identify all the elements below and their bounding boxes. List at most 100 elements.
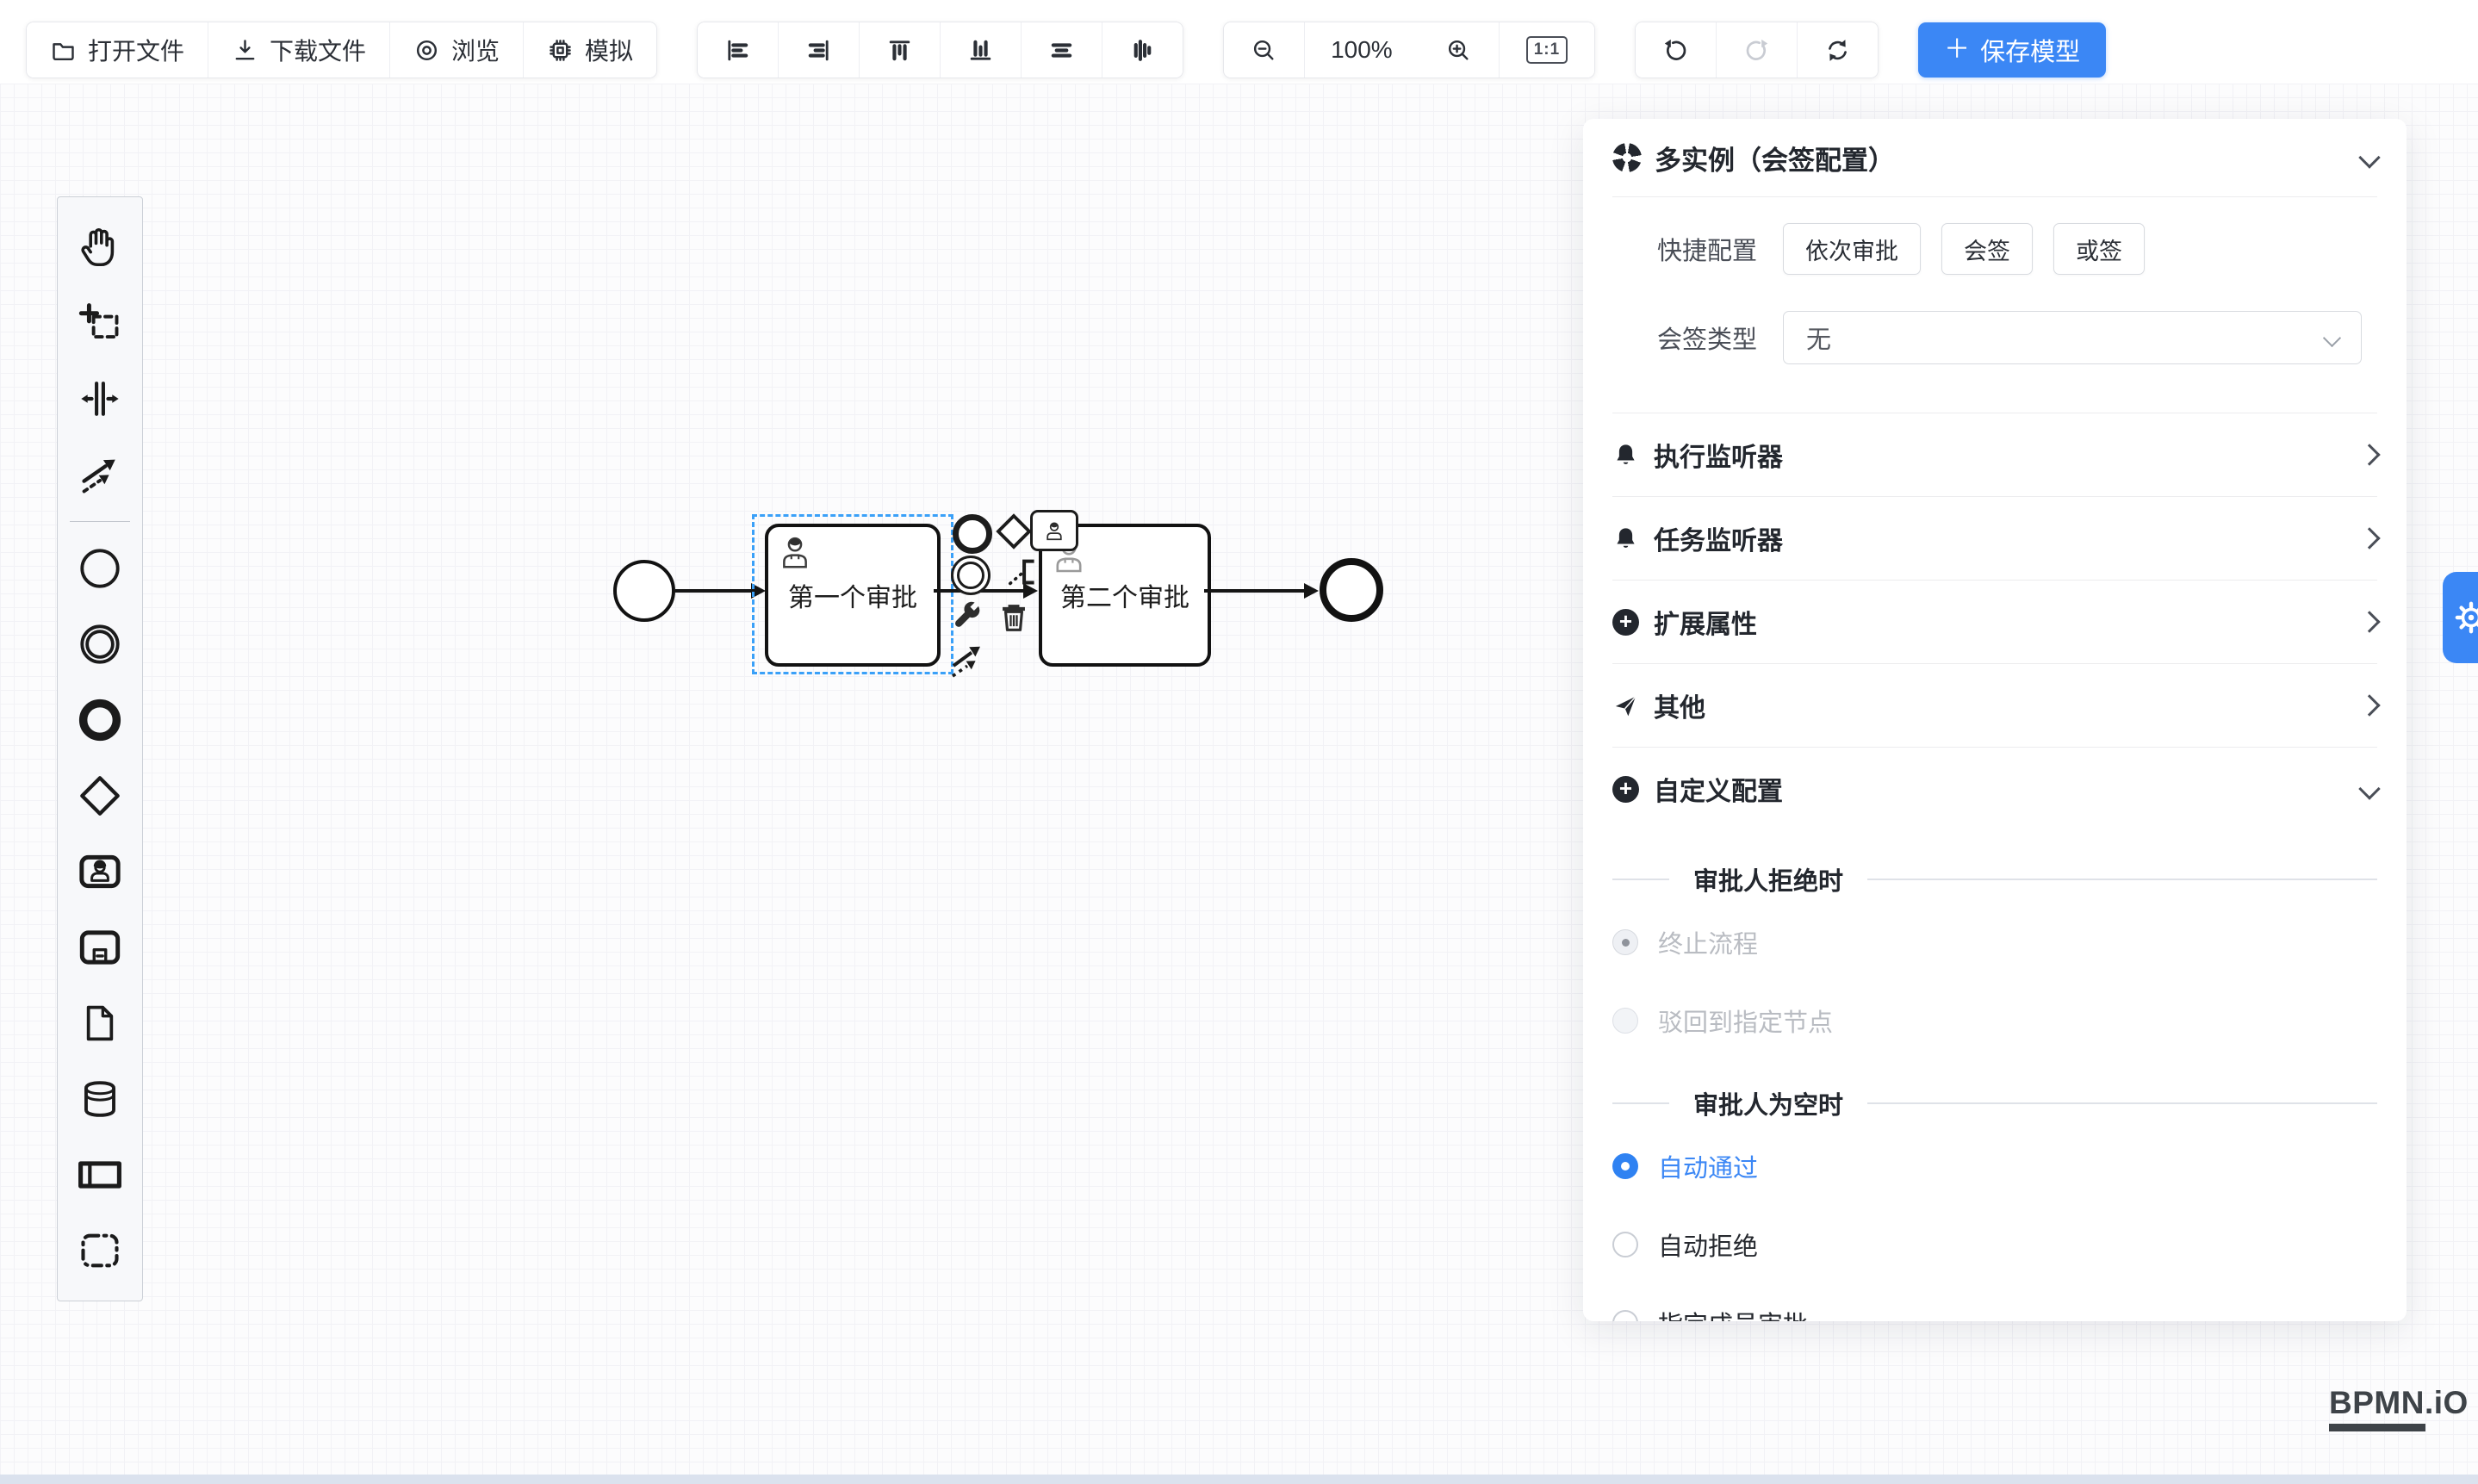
chevron-right-icon: [2358, 444, 2380, 465]
section-extended-properties[interactable]: 扩展属性: [1612, 581, 2377, 664]
chevron-right-icon: [2358, 694, 2380, 716]
hand-tool[interactable]: [58, 209, 142, 285]
create-data-store[interactable]: [58, 1061, 142, 1137]
user-task-node-1[interactable]: 第一个审批: [765, 524, 941, 667]
undo-icon: [1662, 37, 1689, 64]
space-tool[interactable]: [58, 361, 142, 437]
align-bottom-button[interactable]: [941, 22, 1022, 78]
file-button-group: 打开文件 下载文件 浏览: [26, 22, 657, 78]
bottom-scrollbar-strip[interactable]: [0, 1475, 2478, 1484]
align-right-icon: [805, 37, 832, 64]
zoom-out-icon: [1251, 37, 1277, 64]
sequence-flow-1[interactable]: [675, 589, 755, 593]
quick-option-sequential[interactable]: 依次审批: [1783, 223, 1921, 275]
create-user-task[interactable]: [58, 834, 142, 910]
create-gateway[interactable]: [58, 758, 142, 834]
align-bottom-icon: [967, 37, 994, 64]
task-label: 第二个审批: [1060, 576, 1189, 614]
section-execution-listener[interactable]: 执行监听器: [1612, 413, 2377, 497]
participant-pool-icon: [76, 1151, 124, 1199]
align-left-button[interactable]: [698, 22, 779, 78]
space-tool-icon: [78, 376, 122, 421]
zoom-in-button[interactable]: [1419, 22, 1500, 78]
bpmn-io-logo[interactable]: BPMN.iO: [2329, 1385, 2469, 1431]
section-task-listener[interactable]: 任务监听器: [1612, 497, 2377, 581]
folder-icon: [50, 37, 77, 64]
refresh-icon: [1824, 37, 1851, 64]
download-file-button[interactable]: 下载文件: [208, 22, 390, 78]
data-object-icon: [78, 1002, 121, 1045]
start-event-node[interactable]: [613, 560, 675, 622]
user-task-mini-icon: [1043, 519, 1065, 542]
download-icon: [232, 37, 258, 64]
trash-icon: [996, 599, 1032, 636]
create-end-event[interactable]: [58, 682, 142, 758]
create-start-event[interactable]: [58, 531, 142, 606]
quick-option-orsign[interactable]: 或签: [2053, 223, 2145, 275]
create-data-object[interactable]: [58, 985, 142, 1061]
align-top-icon: [886, 37, 913, 64]
radio-assign-member[interactable]: 指定成员审批: [1612, 1289, 2377, 1321]
undo-button[interactable]: [1636, 22, 1717, 78]
top-toolbar: 打开文件 下载文件 浏览: [0, 0, 2478, 84]
align-top-button[interactable]: [860, 22, 941, 78]
simulate-button[interactable]: 模拟: [524, 22, 656, 78]
align-center-vertical-button[interactable]: [1102, 22, 1183, 78]
preview-eye-icon: [413, 37, 440, 64]
radio-selected: [1612, 1153, 1638, 1179]
open-file-label: 打开文件: [88, 33, 184, 67]
section-custom-config[interactable]: 自定义配置: [1612, 748, 2377, 830]
logo-text: BPMN.iO: [2329, 1385, 2469, 1421]
connect-tool-button[interactable]: [946, 641, 987, 682]
gear-icon: [2452, 599, 2478, 636]
preview-button[interactable]: 浏览: [390, 22, 524, 78]
append-user-task-button[interactable]: [1030, 510, 1078, 551]
sign-type-select[interactable]: 无: [1783, 311, 2362, 364]
create-subprocess[interactable]: [58, 910, 142, 985]
chevron-down-icon[interactable]: [2358, 146, 2380, 168]
quick-config-label: 快捷配置: [1612, 231, 1757, 267]
refresh-button[interactable]: [1798, 22, 1878, 78]
radio-auto-pass[interactable]: 自动通过: [1612, 1133, 2377, 1200]
connection-tool[interactable]: [58, 437, 142, 512]
append-end-event-button[interactable]: [953, 514, 992, 554]
properties-panel: 多实例（会签配置） 快捷配置 依次审批 会签 或签 会签类型 无 执行监听器: [1583, 119, 2407, 1321]
quick-option-countersign[interactable]: 会签: [1941, 223, 2033, 275]
append-intermediate-event-button[interactable]: [951, 556, 991, 595]
sequence-flow-3[interactable]: [1204, 589, 1306, 593]
delete-button[interactable]: [996, 599, 1032, 636]
reset-zoom-icon: 1:1: [1526, 36, 1568, 64]
plus-icon: ＋: [1944, 37, 1970, 63]
panel-header[interactable]: 多实例（会签配置）: [1612, 119, 2377, 197]
zoom-out-button[interactable]: [1224, 22, 1305, 78]
section-other[interactable]: 其他: [1612, 664, 2377, 748]
align-center-horizontal-button[interactable]: [1022, 22, 1102, 78]
send-icon: [1612, 692, 1639, 719]
create-group[interactable]: [58, 1213, 142, 1288]
append-gateway-button[interactable]: [994, 512, 1034, 551]
radio-terminate-process[interactable]: 终止流程: [1612, 909, 2377, 976]
section-label: 自定义配置: [1654, 770, 1783, 808]
open-file-button[interactable]: 打开文件: [27, 22, 208, 78]
radio-auto-reject[interactable]: 自动拒绝: [1612, 1211, 2377, 1278]
save-model-button[interactable]: ＋ 保存模型: [1918, 22, 2106, 78]
settings-tab[interactable]: [2443, 572, 2478, 663]
align-right-button[interactable]: [779, 22, 860, 78]
radio-label: 驳回到指定节点: [1658, 1003, 1833, 1039]
connection-icon: [78, 452, 122, 497]
end-event-node[interactable]: [1320, 558, 1383, 622]
radio-return-to-node[interactable]: 驳回到指定节点: [1612, 987, 2377, 1054]
section-label: 执行监听器: [1654, 436, 1783, 474]
create-intermediate-event[interactable]: [58, 606, 142, 682]
chevron-right-icon: [2358, 611, 2380, 632]
download-file-label: 下载文件: [270, 33, 366, 67]
create-participant[interactable]: [58, 1137, 142, 1213]
user-task-icon: [77, 848, 123, 895]
radio-disabled: [1612, 1008, 1638, 1034]
redo-button[interactable]: [1717, 22, 1798, 78]
reset-zoom-button[interactable]: 1:1: [1500, 22, 1594, 78]
wrench-change-type-button[interactable]: [949, 599, 985, 636]
panel-title: 多实例（会签配置）: [1655, 139, 1895, 177]
lasso-tool[interactable]: [58, 285, 142, 361]
chevron-down-icon: [2323, 328, 2341, 346]
